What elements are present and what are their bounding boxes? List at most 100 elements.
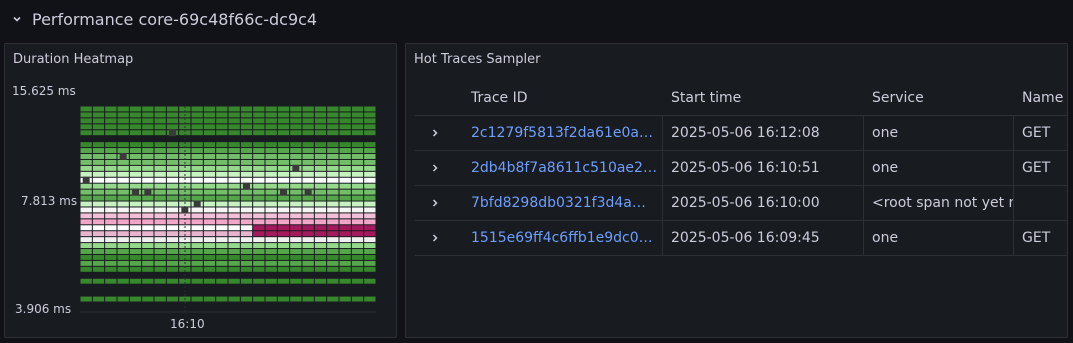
heatmap-cell bbox=[253, 183, 265, 189]
heatmap-cell bbox=[80, 159, 92, 165]
heatmap-cell bbox=[290, 249, 302, 254]
heatmap-cell bbox=[154, 183, 166, 189]
heatmap-cell bbox=[314, 231, 327, 237]
heatmap-cell bbox=[92, 278, 105, 284]
heatmap-cell bbox=[253, 189, 265, 195]
heatmap-cell bbox=[129, 225, 142, 231]
heatmap-cell bbox=[105, 118, 117, 124]
heatmap-cell bbox=[265, 278, 277, 284]
expand-row-button[interactable] bbox=[415, 186, 455, 220]
heatmap-cell bbox=[364, 195, 376, 201]
heatmap-cell bbox=[191, 207, 203, 213]
heatmap-cell bbox=[154, 195, 166, 201]
column-header-trace-id[interactable]: Trace ID bbox=[462, 81, 667, 115]
heatmap-cell bbox=[216, 296, 228, 302]
row-header[interactable]: Performance core-69c48f66c-dc9c4 bbox=[0, 0, 1073, 38]
heatmap-cell bbox=[302, 154, 314, 159]
heatmap-cell bbox=[142, 219, 154, 225]
heatmap-cell bbox=[240, 213, 253, 219]
heatmap-cell bbox=[339, 225, 351, 231]
heatmap-cell bbox=[191, 189, 203, 195]
heatmap-cell bbox=[339, 171, 351, 177]
heatmap-cell bbox=[142, 237, 154, 243]
heatmap-cell bbox=[228, 231, 240, 237]
heatmap-cell bbox=[314, 237, 327, 243]
trace-id-link[interactable]: 7bfd8298db0321f3d4a… bbox=[462, 186, 667, 220]
heatmap-cell bbox=[80, 195, 92, 201]
heatmap-cell bbox=[327, 266, 339, 272]
heatmap-cell bbox=[154, 112, 166, 118]
heatmap-cell bbox=[216, 243, 228, 249]
heatmap-cell bbox=[166, 254, 179, 260]
trace-id-link-text[interactable]: 7bfd8298db0321f3d4a… bbox=[471, 195, 646, 211]
table-row[interactable]: 2c1279f5813f2da61e0a… 2025-05-06 16:12:08… bbox=[415, 116, 1067, 151]
heatmap-cell bbox=[228, 159, 240, 165]
heatmap-cell bbox=[228, 237, 240, 243]
heatmap-cell bbox=[191, 231, 203, 237]
heatmap-cell bbox=[80, 112, 92, 118]
heatmap-cell bbox=[216, 260, 228, 266]
heatmap-cell bbox=[92, 260, 105, 266]
heatmap-cell bbox=[228, 142, 240, 148]
heatmap-cell bbox=[327, 165, 339, 171]
heatmap-cell bbox=[105, 177, 117, 183]
table-row[interactable]: 2db4b8f7a8611c510ae2… 2025-05-06 16:10:51… bbox=[415, 151, 1067, 186]
heatmap-cell bbox=[364, 148, 376, 154]
heatmap-cell bbox=[364, 207, 376, 213]
heatmap-cell bbox=[265, 154, 277, 159]
trace-id-link-text[interactable]: 1515e69ff4c6ffb1e9dc0… bbox=[471, 230, 653, 246]
heatmap-cell bbox=[327, 254, 339, 260]
expand-row-button[interactable] bbox=[415, 151, 455, 185]
heatmap-cell bbox=[191, 237, 203, 243]
heatmap-cell bbox=[203, 249, 216, 254]
row-title: Performance core-69c48f66c-dc9c4 bbox=[32, 9, 318, 29]
table-row[interactable]: 1515e69ff4c6ffb1e9dc0… 2025-05-06 16:09:4… bbox=[415, 221, 1067, 256]
heatmap-chart[interactable] bbox=[5, 44, 397, 338]
heatmap-cell bbox=[265, 225, 277, 231]
column-header-start-time[interactable]: Start time bbox=[663, 81, 863, 115]
heatmap-cell bbox=[265, 130, 277, 136]
table-row[interactable]: 7bfd8298db0321f3d4a… 2025-05-06 16:10:00 <… bbox=[415, 186, 1067, 221]
heatmap-cell bbox=[191, 142, 203, 148]
heatmap-cell bbox=[351, 260, 364, 266]
heatmap-cell bbox=[117, 106, 129, 112]
expand-row-button[interactable] bbox=[415, 221, 455, 255]
column-header-name[interactable]: Name bbox=[1014, 81, 1067, 115]
heatmap-sample-marker bbox=[119, 152, 127, 160]
heatmap-cell bbox=[302, 249, 314, 254]
heatmap-cell bbox=[228, 213, 240, 219]
column-header-service[interactable]: Service bbox=[864, 81, 1014, 115]
heatmap-cell bbox=[265, 142, 277, 148]
heatmap-cell bbox=[191, 225, 203, 231]
trace-id-link[interactable]: 2db4b8f7a8611c510ae2… bbox=[462, 151, 667, 185]
heatmap-cell bbox=[129, 266, 142, 272]
trace-id-link[interactable]: 2c1279f5813f2da61e0a… bbox=[462, 116, 667, 150]
chevron-down-icon[interactable] bbox=[10, 12, 24, 26]
heatmap-cell bbox=[253, 225, 265, 231]
heatmap-cell bbox=[265, 118, 277, 124]
heatmap-cell bbox=[351, 171, 364, 177]
heatmap-cell bbox=[129, 118, 142, 124]
heatmap-cell bbox=[277, 201, 290, 207]
trace-id-link-text[interactable]: 2db4b8f7a8611c510ae2… bbox=[471, 160, 657, 176]
heatmap-cell bbox=[203, 260, 216, 266]
heatmap-cell bbox=[228, 278, 240, 284]
trace-id-link[interactable]: 1515e69ff4c6ffb1e9dc0… bbox=[462, 221, 667, 255]
heatmap-cell bbox=[314, 260, 327, 266]
heatmap-cell bbox=[290, 225, 302, 231]
heatmap-cell bbox=[314, 106, 327, 112]
heatmap-cell bbox=[105, 237, 117, 243]
heatmap-cell bbox=[364, 266, 376, 272]
heatmap-cell bbox=[240, 249, 253, 254]
heatmap-cell bbox=[216, 112, 228, 118]
expand-row-button[interactable] bbox=[415, 116, 455, 150]
heatmap-cell bbox=[80, 249, 92, 254]
heatmap-cell bbox=[117, 201, 129, 207]
heatmap-cell bbox=[105, 201, 117, 207]
heatmap-cell bbox=[191, 148, 203, 154]
heatmap-cell bbox=[290, 183, 302, 189]
heatmap-cell bbox=[302, 266, 314, 272]
heatmap-cell bbox=[129, 201, 142, 207]
heatmap-cell bbox=[364, 231, 376, 237]
trace-id-link-text[interactable]: 2c1279f5813f2da61e0a… bbox=[471, 125, 653, 141]
